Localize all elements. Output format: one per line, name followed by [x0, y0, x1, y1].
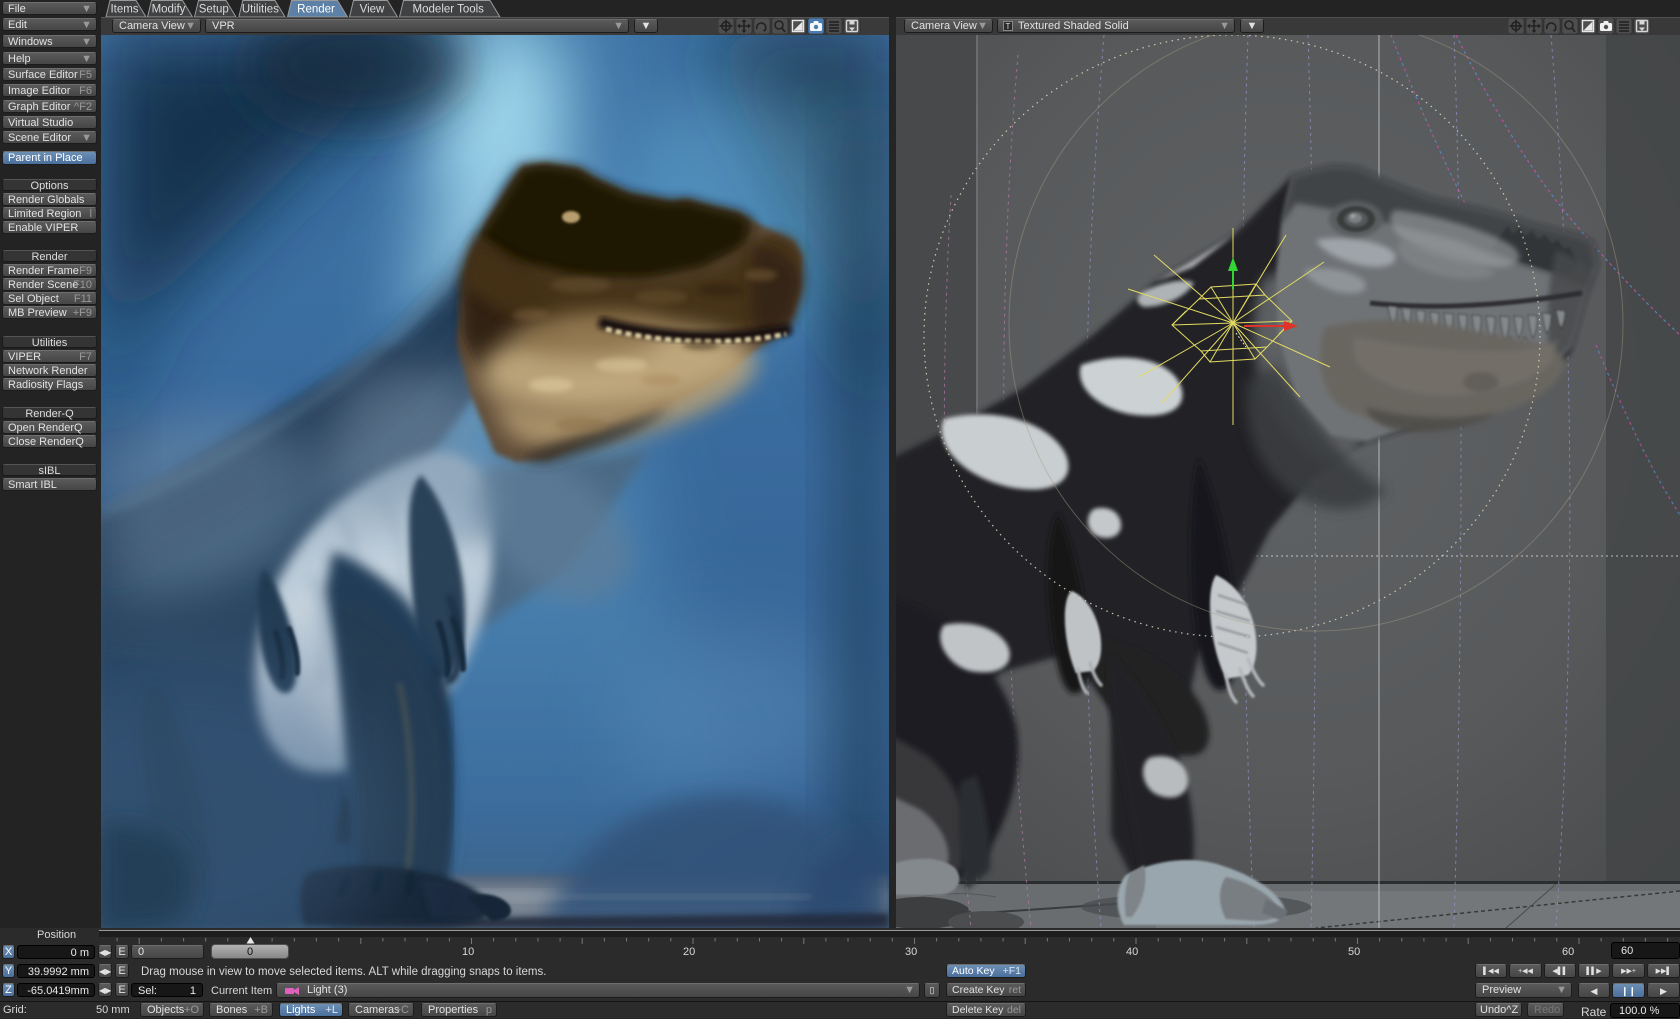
svg-text:Items: Items — [110, 4, 138, 16]
svg-text:View: View — [360, 4, 385, 16]
svg-text:Modify: Modify — [152, 4, 186, 16]
svg-text:Modeler Tools: Modeler Tools — [413, 4, 485, 16]
svg-text:Setup: Setup — [199, 4, 229, 16]
svg-text:Utilities: Utilities — [242, 4, 279, 16]
svg-text:Render: Render — [297, 4, 335, 16]
